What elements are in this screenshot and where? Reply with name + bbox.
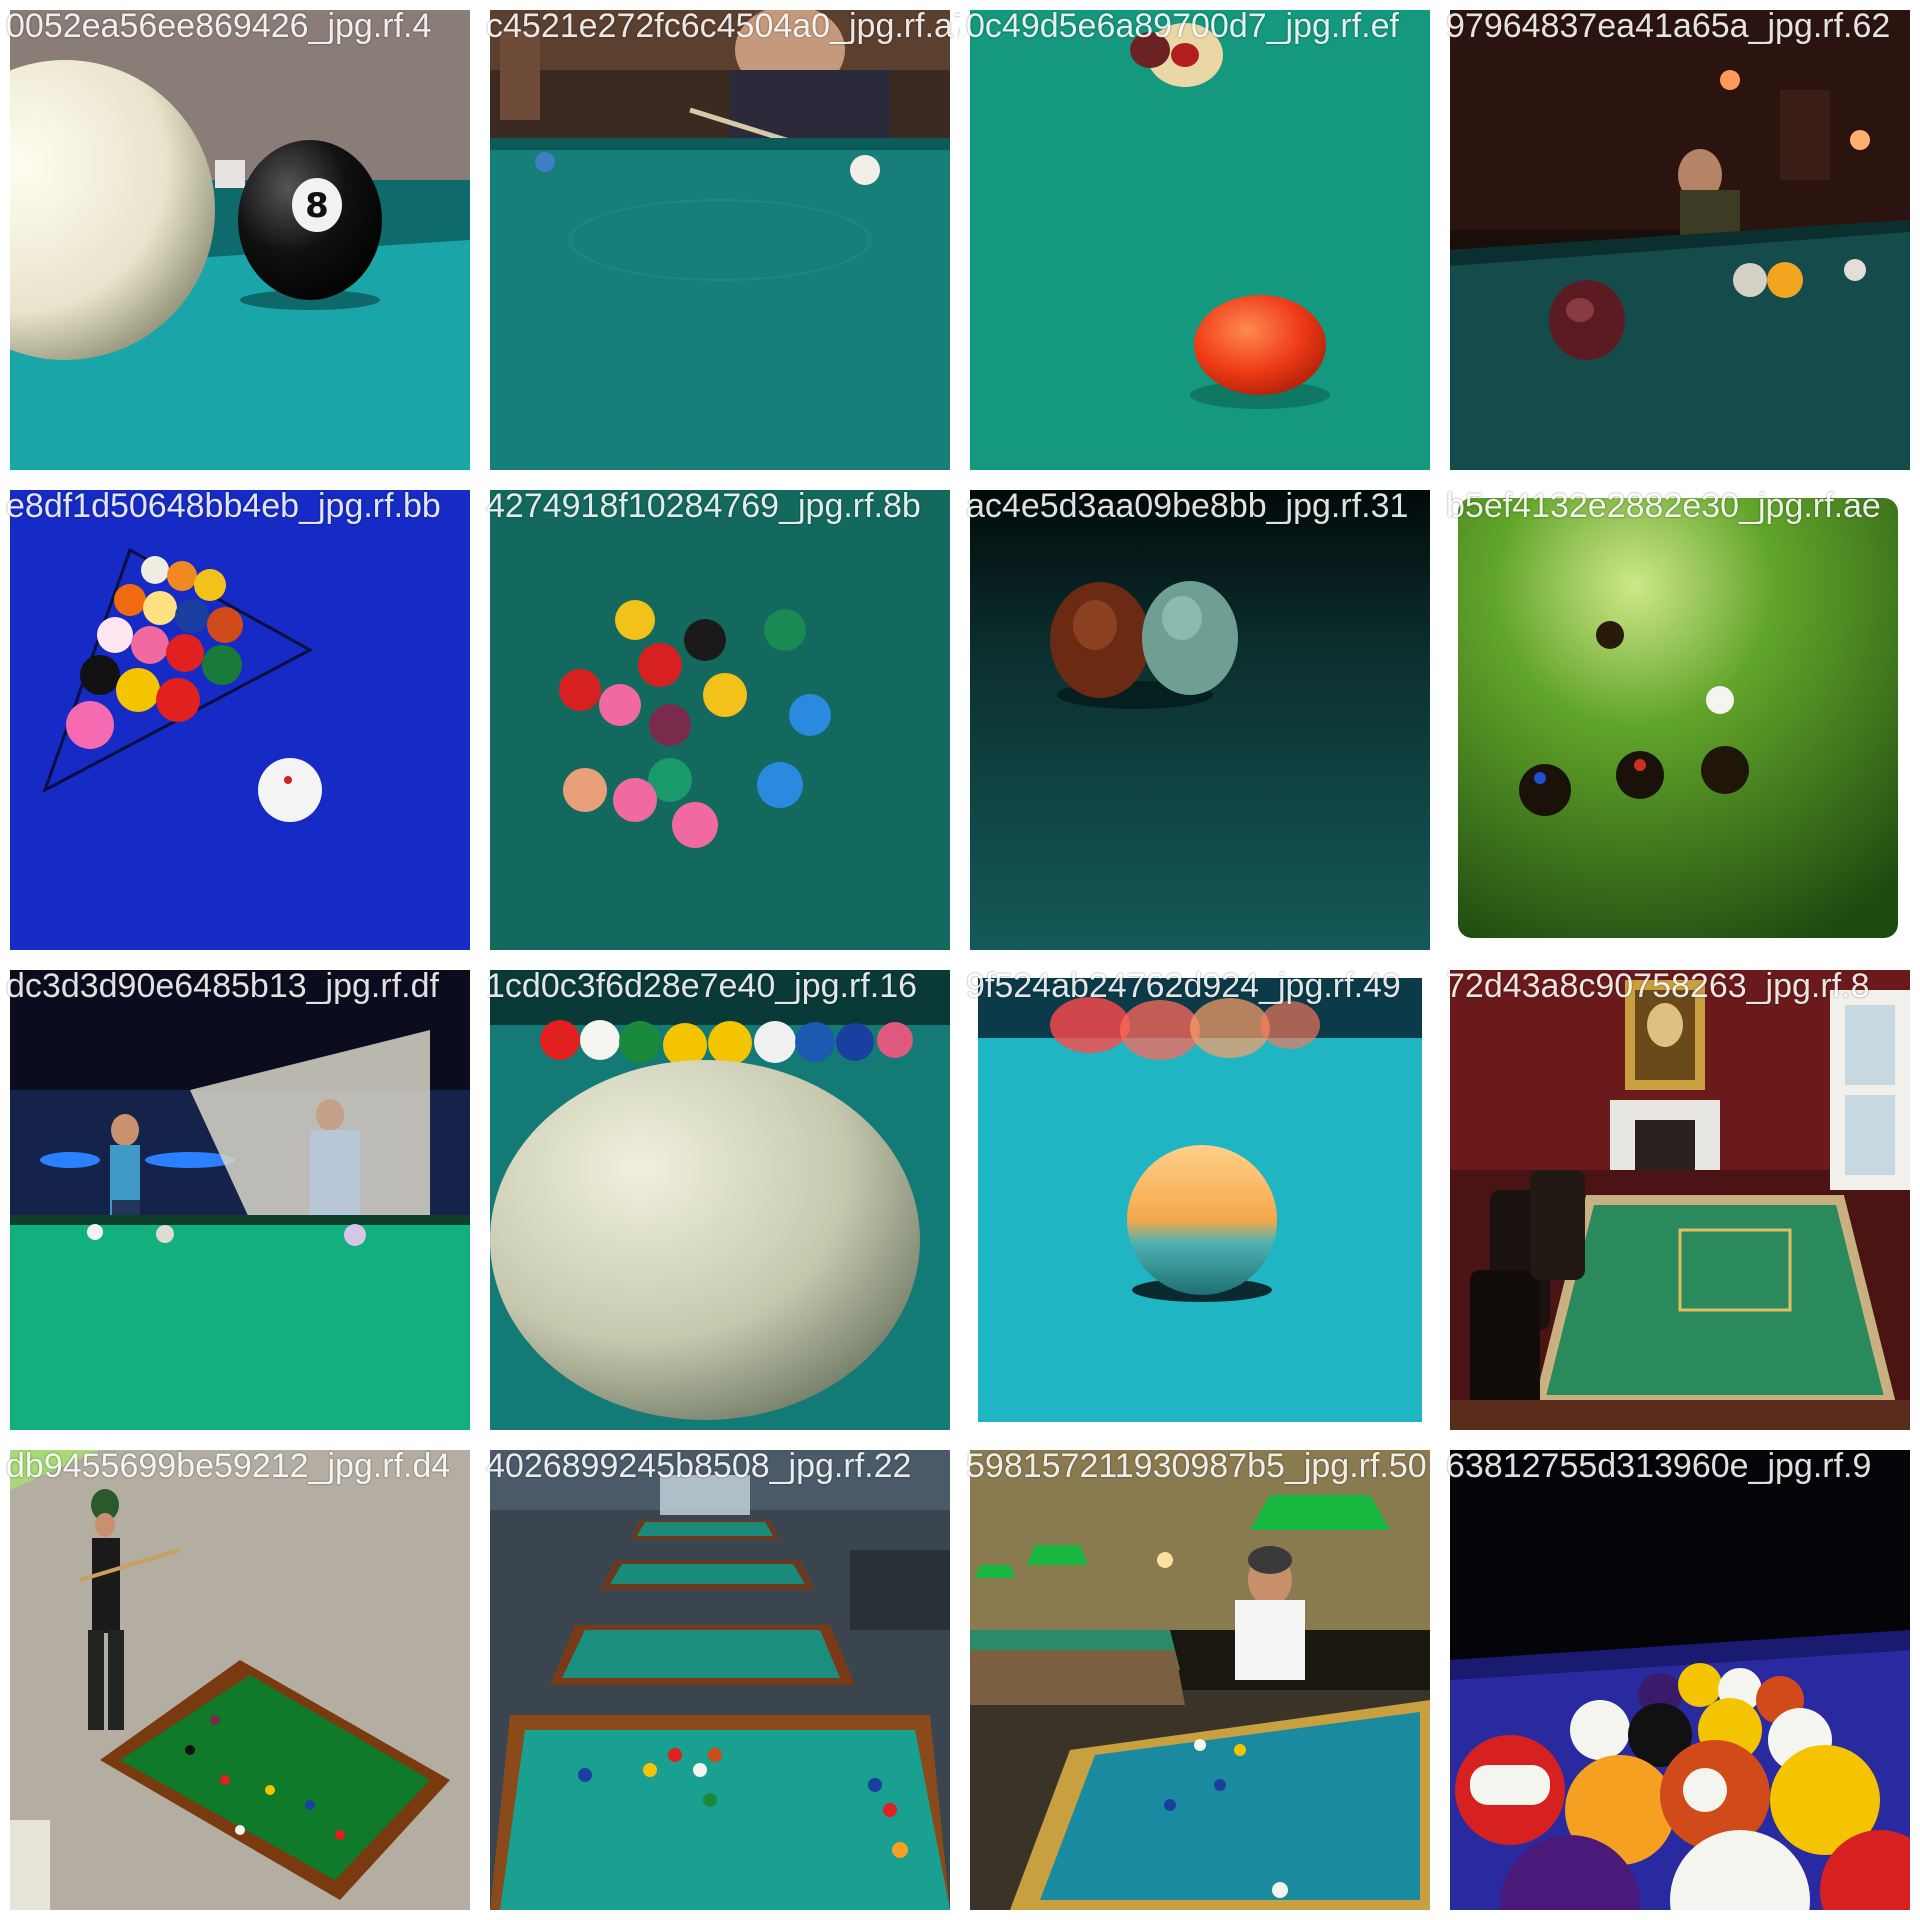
tile-photo xyxy=(490,1450,950,1910)
photo-scattered-balls xyxy=(490,490,950,950)
tile-photo xyxy=(1450,490,1910,950)
image-tile: 4026899245b8508_jpg.rf.22 xyxy=(480,1440,960,1920)
image-tile: 72d43a8c90758263_jpg.rf.8 xyxy=(1440,960,1920,1440)
photo-closeup-8-ball: 8 xyxy=(10,10,470,470)
tile-photo xyxy=(490,10,950,470)
tile-photo xyxy=(970,490,1430,950)
tile-photo xyxy=(970,970,1430,1430)
svg-text:8: 8 xyxy=(305,186,329,226)
tile-photo xyxy=(10,490,470,950)
image-tile: c4521e272fc6c4504a0_jpg.rf.a7 xyxy=(480,0,960,480)
photo-player-shooting xyxy=(490,10,950,470)
tile-photo xyxy=(10,970,470,1430)
image-tile: b5ef4132e2882e30_jpg.rf.ae xyxy=(1440,480,1920,960)
image-tile: 8 0052ea56ee869426_jpg.rf.4 xyxy=(0,0,480,480)
tile-photo xyxy=(970,1450,1430,1910)
tile-photo xyxy=(970,10,1430,470)
image-grid: 8 0052ea56ee869426_jpg.rf.4 c4521e272fc6… xyxy=(0,0,1920,1920)
tile-photo xyxy=(490,970,950,1430)
image-tile: dc3d3d90e6485b13_jpg.rf.df xyxy=(0,960,480,1440)
photo-two-balls-dark xyxy=(970,490,1430,950)
image-tile: 0c49d5e6a89700d7_jpg.rf.ef xyxy=(960,0,1440,480)
image-tile: 63812755d313960e_jpg.rf.9 xyxy=(1440,1440,1920,1920)
tile-photo: 8 xyxy=(10,10,470,470)
photo-big-cue-ball xyxy=(490,970,950,1430)
image-tile: 97964837ea41a65a_jpg.rf.62 xyxy=(1440,0,1920,480)
tile-photo xyxy=(10,1450,470,1910)
image-tile: 598157211930987b5_jpg.rf.50 xyxy=(960,1440,1440,1920)
tile-photo xyxy=(1450,970,1910,1430)
photo-casino-room xyxy=(1450,970,1910,1430)
image-tile: 9f524ab24762d924_jpg.rf.49 xyxy=(960,960,1440,1440)
image-tile: db9455699be59212_jpg.rf.d4 xyxy=(0,1440,480,1920)
image-tile: 1cd0c3f6d28e7e40_jpg.rf.16 xyxy=(480,960,960,1440)
photo-balls-rolling xyxy=(970,10,1430,470)
photo-rack-closeup xyxy=(1450,1450,1910,1910)
photo-pool-hall-rows xyxy=(490,1450,950,1910)
photo-snooker-green xyxy=(1450,490,1910,950)
photo-man-green-lamps xyxy=(970,1450,1430,1910)
tile-photo xyxy=(1450,10,1910,470)
photo-blue-rack xyxy=(10,490,470,950)
image-tile: e8df1d50648bb4eb_jpg.rf.bb xyxy=(0,480,480,960)
photo-club-woman xyxy=(10,970,470,1430)
tile-photo xyxy=(1450,1450,1910,1910)
tile-photo xyxy=(490,490,950,950)
photo-dark-bar-player xyxy=(1450,10,1910,470)
image-tile: 4274918f10284769_jpg.rf.8b xyxy=(480,480,960,960)
image-tile: ac4e5d3aa09be8bb_jpg.rf.31 xyxy=(960,480,1440,960)
photo-orange-ball-teal xyxy=(970,970,1430,1430)
photo-sims-table xyxy=(10,1450,470,1910)
